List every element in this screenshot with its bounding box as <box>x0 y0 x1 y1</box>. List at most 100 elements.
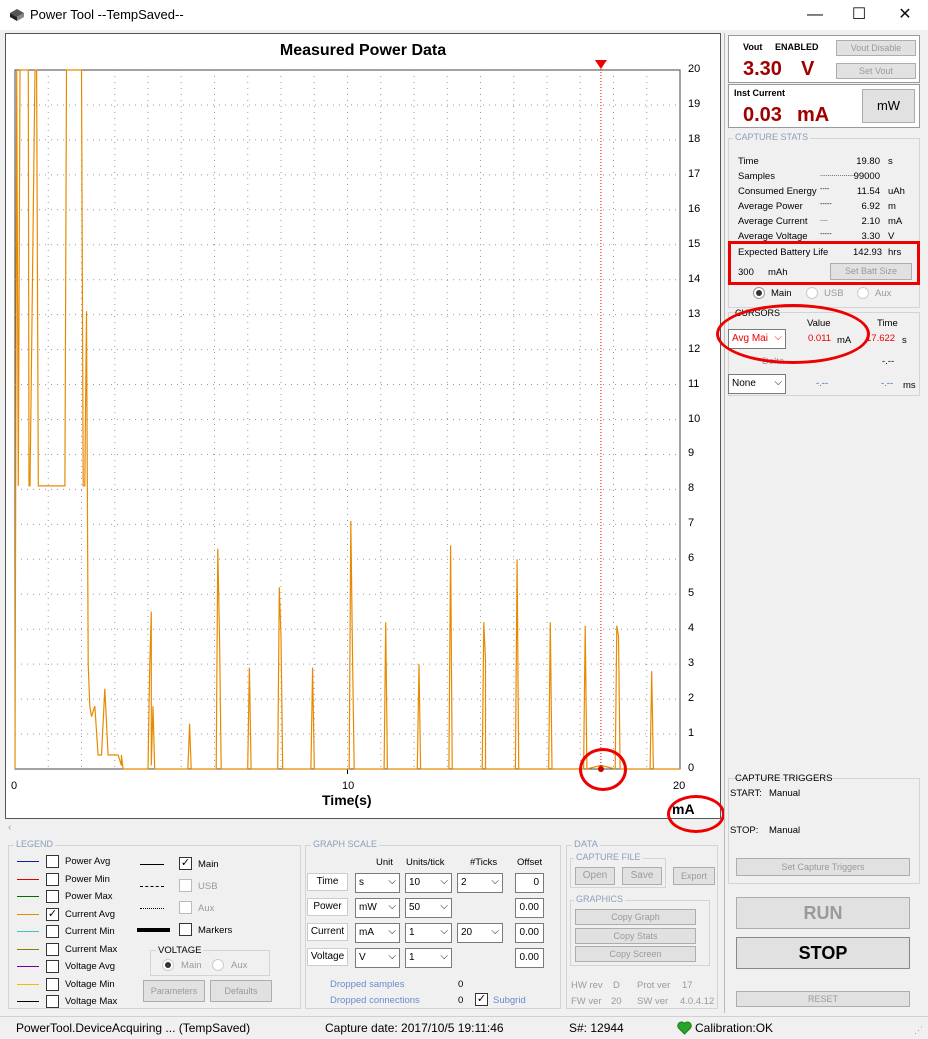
chevron-down-icon: ⌵ <box>440 951 448 962</box>
legend-checkbox[interactable] <box>46 925 59 938</box>
hw-rev-value: D <box>613 980 620 991</box>
scale-offset-input[interactable]: 0.00 <box>515 923 544 943</box>
legend-checkbox[interactable] <box>46 977 59 991</box>
copy-screen-button[interactable]: Copy Screen <box>575 946 696 962</box>
scale-units-tick-select[interactable]: 50 ⌵ <box>405 898 452 918</box>
maximize-button[interactable]: ☐ <box>844 4 874 26</box>
stat-unit: m <box>888 201 896 212</box>
subgrid-checkbox[interactable]: ✓ <box>475 993 488 1006</box>
radio-usb[interactable] <box>806 287 818 299</box>
scale-offset-input[interactable]: 0.00 <box>515 898 544 918</box>
reset-button[interactable]: RESET <box>736 991 910 1007</box>
y-tick-label: 11 <box>688 377 700 390</box>
legend-swatch <box>17 983 39 985</box>
scale-ticks-select[interactable]: 2 ⌵ <box>457 873 503 893</box>
scale-row-label[interactable]: Current <box>307 923 348 941</box>
legend-label: Voltage Max <box>65 996 118 1007</box>
stop-label: STOP: <box>730 825 759 836</box>
prot-ver-label: Prot ver <box>637 980 671 991</box>
scale-row-label[interactable]: Power <box>307 898 348 916</box>
radio-usb-label: USB <box>824 288 844 299</box>
defaults-button[interactable]: Defaults <box>210 980 272 1002</box>
scale-unit-select[interactable]: V ⌵ <box>355 948 400 968</box>
close-button[interactable]: ✕ <box>890 4 920 26</box>
usb-checkbox[interactable] <box>179 879 192 892</box>
x-tick-label: 20 <box>673 780 686 792</box>
legend-label: Current Min <box>65 926 115 937</box>
scroll-left-icon[interactable]: ‹ <box>8 822 11 833</box>
export-button[interactable]: Export <box>673 867 715 885</box>
legend-checkbox[interactable] <box>46 872 59 886</box>
chevron-down-icon: ⌵ <box>491 876 499 887</box>
legend-checkbox[interactable] <box>46 995 59 1008</box>
scale-unit-select[interactable]: s ⌵ <box>355 873 400 893</box>
voltage-main-radio[interactable] <box>162 959 174 971</box>
stop-button[interactable]: STOP <box>736 937 910 969</box>
cursor-time-header: Time <box>877 318 898 329</box>
legend-checkbox[interactable] <box>46 890 59 903</box>
unit-toggle-button[interactable]: mW <box>862 89 915 123</box>
minimize-button[interactable]: — <box>800 4 830 26</box>
cursor2-time: -.-- <box>881 378 894 389</box>
radio-main[interactable] <box>753 287 765 299</box>
parameters-button[interactable]: Parameters <box>143 980 205 1002</box>
scale-ticks-select[interactable]: 20 ⌵ <box>457 923 503 943</box>
scale-row-label[interactable]: Time <box>307 873 348 891</box>
cursor2-select[interactable]: None ⌵ <box>728 374 786 394</box>
cursor-delta-value: -.-- <box>882 356 895 367</box>
cursor-marker-icon[interactable] <box>594 60 607 69</box>
y-tick-label: 0 <box>688 762 695 774</box>
chevron-down-icon: ⌵ <box>774 377 782 388</box>
markers-swatch <box>137 928 170 932</box>
y-tick-label: 2 <box>688 692 695 705</box>
cursor2-value: -.-- <box>816 378 829 389</box>
voltage-aux-radio[interactable] <box>212 959 224 971</box>
aux-checkbox[interactable] <box>179 901 192 914</box>
fw-ver-value: 20 <box>611 996 622 1007</box>
stat-label: Average Current <box>738 216 808 227</box>
set-vout-button[interactable]: Set Vout <box>836 63 916 79</box>
set-capture-triggers-button[interactable]: Set Capture Triggers <box>736 858 910 876</box>
data-title: DATA <box>572 839 600 850</box>
open-button[interactable]: Open <box>575 867 615 885</box>
run-button[interactable]: RUN <box>736 897 910 929</box>
scale-row-label[interactable]: Voltage <box>307 948 348 966</box>
stat-dots: ----- <box>820 231 832 238</box>
y-tick-label: 18 <box>688 132 701 145</box>
fw-ver-label: FW ver <box>571 996 602 1007</box>
legend-label: Power Avg <box>65 856 111 867</box>
vout-value: 3.30 <box>743 58 782 80</box>
radio-aux[interactable] <box>857 287 869 299</box>
legend-checkbox[interactable] <box>46 855 59 868</box>
legend-swatch <box>17 966 39 967</box>
main-checkbox[interactable]: ✓ <box>179 857 192 870</box>
vout-disable-button[interactable]: Vout Disable <box>836 40 916 56</box>
scale-units-tick-select[interactable]: 1 ⌵ <box>405 923 452 943</box>
legend-swatch <box>17 878 39 880</box>
scale-units-tick-select[interactable]: 1 ⌵ <box>405 948 452 968</box>
legend-swatch <box>17 861 39 862</box>
copy-graph-button[interactable]: Copy Graph <box>575 909 696 925</box>
copy-stats-button[interactable]: Copy Stats <box>575 928 696 944</box>
scale-offset-input[interactable]: 0.00 <box>515 948 544 968</box>
legend-title: LEGEND <box>14 839 56 849</box>
resize-grip-icon[interactable]: ⋰ <box>914 1025 923 1036</box>
vout-state: ENABLED <box>775 42 819 52</box>
legend-checkbox[interactable] <box>46 960 59 973</box>
markers-checkbox[interactable] <box>179 923 192 936</box>
scale-units-tick-select[interactable]: 10 ⌵ <box>405 873 452 893</box>
dropped-samples-label: Dropped samples <box>330 979 405 990</box>
save-button[interactable]: Save <box>622 867 662 885</box>
scale-offset-input[interactable]: 0 <box>515 873 544 893</box>
legend-swatch <box>17 1001 39 1002</box>
y-tick-label: 9 <box>688 447 695 460</box>
stop-value: Manual <box>769 825 801 836</box>
chevron-down-icon: ⌵ <box>388 926 396 937</box>
scale-unit-select[interactable]: mW ⌵ <box>355 898 400 918</box>
scale-unit-select[interactable]: mA ⌵ <box>355 923 400 943</box>
y-tick-label: 15 <box>688 237 701 250</box>
legend-checkbox[interactable]: ✓ <box>46 907 59 921</box>
legend-checkbox[interactable] <box>46 942 59 956</box>
legend-label: Power Max <box>65 891 113 902</box>
power-chart[interactable] <box>0 0 721 820</box>
